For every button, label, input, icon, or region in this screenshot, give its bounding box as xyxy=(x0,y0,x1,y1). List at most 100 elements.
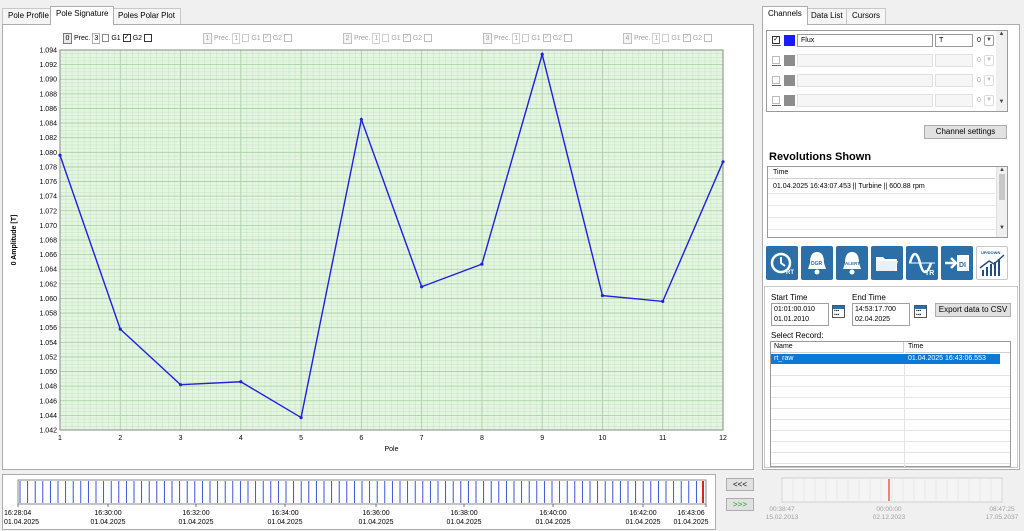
chevron-down-icon[interactable]: ▼ xyxy=(984,75,994,86)
channel-row[interactable]: 0 ▼ xyxy=(770,94,994,108)
timeline-back-button[interactable]: <<< xyxy=(726,478,754,491)
data-point[interactable] xyxy=(661,299,665,303)
channel-row[interactable]: 0 ▼ xyxy=(770,54,994,68)
g2-checkbox[interactable] xyxy=(704,34,713,42)
channel-number[interactable]: 2 xyxy=(343,32,352,44)
g2-checkbox[interactable] xyxy=(564,34,573,42)
export-csv-button[interactable]: Export data to CSV xyxy=(935,303,1011,317)
dgr-alarm-icon[interactable]: DGR xyxy=(801,246,833,280)
tr-wave-icon[interactable]: TR xyxy=(906,246,938,280)
export-di-icon[interactable]: DI xyxy=(941,246,973,280)
data-point[interactable] xyxy=(118,327,122,331)
chevron-up-icon[interactable]: ▲ xyxy=(996,31,1007,37)
channel-number[interactable]: 4 xyxy=(623,32,632,44)
channel-number[interactable]: 3 xyxy=(483,32,492,44)
channel-index[interactable]: 0 xyxy=(974,94,984,107)
start-time-field[interactable]: 01:01:00.010 01.01.2010 xyxy=(771,303,829,326)
data-point[interactable] xyxy=(480,262,484,266)
chevron-down-icon[interactable]: ▼ xyxy=(996,99,1007,105)
calendar-icon[interactable]: ▪▪▪ ▪▪▪ xyxy=(832,305,845,318)
channel-unit[interactable] xyxy=(935,54,973,67)
channel-unit[interactable] xyxy=(935,94,973,107)
tab-pole-profile[interactable]: Pole Profile xyxy=(2,8,55,24)
chevron-down-icon[interactable]: ▼ xyxy=(984,55,994,66)
chevron-down-icon[interactable]: ▼ xyxy=(984,35,994,46)
channel-settings-button[interactable]: Channel settings xyxy=(924,125,1007,139)
channel-checkbox[interactable]: ✓ xyxy=(772,36,780,44)
channel-unit[interactable] xyxy=(935,74,973,87)
prec-select[interactable] xyxy=(662,34,670,42)
g1-checkbox[interactable]: ✓ xyxy=(262,34,271,42)
chevron-down-icon[interactable]: ▼ xyxy=(997,225,1007,231)
channel-color-swatch[interactable] xyxy=(784,55,795,66)
chevron-down-icon[interactable]: ▼ xyxy=(984,95,994,106)
tab-cursors[interactable]: Cursors xyxy=(846,8,887,24)
rt-icon[interactable]: RT xyxy=(766,246,798,280)
prec-select[interactable] xyxy=(242,34,250,42)
prec-stepper[interactable]: 1 xyxy=(232,32,241,44)
g1-checkbox[interactable]: ✓ xyxy=(542,34,551,42)
prec-stepper[interactable]: 1 xyxy=(652,32,661,44)
y-tick-label: 1.094 xyxy=(39,48,57,55)
prec-select[interactable] xyxy=(522,34,530,42)
end-time-field[interactable]: 14:53:17.700 02.04.2025 xyxy=(852,303,910,326)
tab-pole-signature[interactable]: Pole Signature xyxy=(50,6,115,25)
channel-name[interactable] xyxy=(797,74,933,87)
channel-index[interactable]: 0 xyxy=(974,34,984,47)
g2-checkbox[interactable] xyxy=(284,34,293,42)
channel-number[interactable]: 0 xyxy=(63,32,72,44)
g1-checkbox[interactable]: ✓ xyxy=(122,34,131,42)
data-point[interactable] xyxy=(540,52,544,56)
data-point[interactable] xyxy=(359,117,363,122)
channel-name[interactable] xyxy=(797,54,933,67)
mini-timeline[interactable]: 00:38:4715.02.2013 00:00:0002.12.2023 08:4… xyxy=(764,472,1020,530)
scroll-thumb[interactable] xyxy=(999,174,1005,200)
data-point[interactable] xyxy=(420,285,424,289)
timeline-strip[interactable]: 16:28:04 01.04.2025 16:30:00 01.04.2025 16:3… xyxy=(2,474,716,530)
revolutions-scrollbar[interactable]: ▲ ▼ xyxy=(996,167,1007,237)
col-name-header[interactable]: Name xyxy=(771,342,904,353)
channel-index[interactable]: 0 xyxy=(974,74,984,87)
g1-checkbox[interactable]: ✓ xyxy=(402,34,411,42)
prec-select[interactable] xyxy=(102,34,110,42)
table-row[interactable]: rt_raw 01.04.2025 16:43:06.553 xyxy=(771,354,1000,364)
data-point[interactable] xyxy=(58,153,62,157)
channel-index[interactable]: 0 xyxy=(974,54,984,67)
calendar-icon[interactable]: ▪▪▪ ▪▪▪ xyxy=(914,305,927,318)
channel-color-swatch[interactable] xyxy=(784,95,795,106)
prec-stepper[interactable]: 1 xyxy=(512,32,521,44)
data-point[interactable] xyxy=(600,293,605,298)
channel-list-scrollbar[interactable]: ▲ ▼ xyxy=(996,31,1007,111)
channel-color-swatch[interactable] xyxy=(784,75,795,86)
g2-checkbox[interactable] xyxy=(144,34,153,42)
prec-stepper[interactable]: 3 xyxy=(92,32,101,44)
tab-data-list[interactable]: Data List xyxy=(805,8,849,24)
g2-checkbox[interactable] xyxy=(424,34,433,42)
tab-poles-polar-plot[interactable]: Poles Polar Plot xyxy=(112,8,181,24)
col-time-header[interactable]: Time xyxy=(905,342,1010,353)
up-down-chart-icon[interactable]: UP/DOWN xyxy=(976,246,1008,280)
revolution-row[interactable]: 01.04.2025 16:43:07.453 || Turbine || 60… xyxy=(768,180,995,193)
chevron-up-icon[interactable]: ▲ xyxy=(997,167,1007,173)
channel-unit[interactable]: T xyxy=(935,34,973,47)
data-point[interactable] xyxy=(239,380,243,384)
channel-checkbox[interactable] xyxy=(772,96,780,104)
channel-checkbox[interactable] xyxy=(772,76,780,84)
channel-name[interactable] xyxy=(797,94,933,107)
channel-number[interactable]: 1 xyxy=(203,32,212,44)
data-point[interactable] xyxy=(299,415,303,420)
prec-stepper[interactable]: 1 xyxy=(372,32,381,44)
alert-icon[interactable]: ALERT xyxy=(836,246,868,280)
timeline-forward-button[interactable]: >>> xyxy=(726,498,754,511)
channel-row[interactable]: ✓ Flux T 0 ▼ xyxy=(770,34,994,48)
prec-select[interactable] xyxy=(382,34,390,42)
channel-name[interactable]: Flux xyxy=(797,34,933,47)
channel-checkbox[interactable] xyxy=(772,56,780,64)
g1-checkbox[interactable]: ✓ xyxy=(682,34,691,42)
folder-icon[interactable] xyxy=(871,246,903,280)
channel-row[interactable]: 0 ▼ xyxy=(770,74,994,88)
data-point[interactable] xyxy=(721,160,725,164)
tab-channels[interactable]: Channels xyxy=(762,6,808,25)
channel-color-swatch[interactable] xyxy=(784,35,795,46)
data-point[interactable] xyxy=(178,383,183,387)
